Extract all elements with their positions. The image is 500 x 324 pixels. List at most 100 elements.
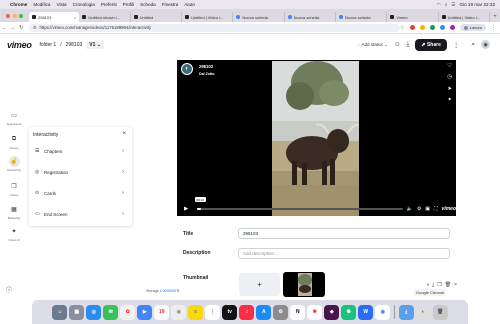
- extension-icon[interactable]: [449, 25, 455, 30]
- notion-icon[interactable]: N: [290, 304, 306, 320]
- video-owner[interactable]: Dal Zotto: [199, 72, 215, 76]
- browser-tab[interactable]: 298103 ×: [29, 12, 80, 22]
- wifi-icon[interactable]: ◠: [437, 2, 441, 8]
- menu-finestra[interactable]: Finestra: [162, 2, 179, 7]
- close-icon[interactable]: ×: [454, 282, 457, 288]
- rail-item-cameo[interactable]: ⧉ Cameo: [0, 134, 28, 150]
- workspace-icon[interactable]: ◆: [324, 304, 340, 320]
- rail-item-interactivity[interactable]: ☝ Interactivity: [0, 156, 28, 172]
- reminders-icon[interactable]: ⋮: [205, 304, 221, 320]
- search-icon[interactable]: ⌕: [471, 41, 475, 49]
- chatgpt-icon[interactable]: ✺: [341, 304, 357, 320]
- like-heart-icon[interactable]: ♡: [447, 63, 452, 69]
- download-icon[interactable]: ⤓: [406, 41, 409, 49]
- back-icon[interactable]: ←: [0, 25, 9, 31]
- storage-indicator[interactable]: Storage 1.00GB/5TB: [146, 289, 179, 293]
- help-icon[interactable]: ⓘ: [6, 285, 12, 294]
- menu-profili[interactable]: Profili: [123, 2, 135, 7]
- browser-tab[interactable]: Nuova scheda: [285, 12, 336, 22]
- settings-gear-icon[interactable]: ⚙: [417, 206, 421, 212]
- collaborators-icon[interactable]: ☺: [394, 41, 401, 48]
- finder-icon[interactable]: ☺: [52, 304, 68, 320]
- browser-tab[interactable]: Untitled: [131, 12, 182, 22]
- chrome-icon[interactable]: ◉: [375, 304, 391, 320]
- zoom-window-button[interactable]: [19, 14, 23, 18]
- account-avatar[interactable]: ◉: [481, 40, 490, 49]
- download-icon[interactable]: ⤓: [432, 282, 434, 288]
- menu-chrome[interactable]: Chrome: [10, 2, 27, 7]
- music-icon[interactable]: ♫: [239, 304, 255, 320]
- breadcrumb-folder[interactable]: folder 1: [40, 42, 57, 48]
- browser-tab[interactable]: Nuova scheda: [336, 12, 388, 22]
- reload-icon[interactable]: ↻: [17, 25, 26, 31]
- close-tab-icon[interactable]: ×: [74, 15, 76, 20]
- kebab-menu-icon[interactable]: ⋮: [491, 25, 496, 31]
- new-tab-button[interactable]: +: [490, 14, 500, 22]
- extension-icon[interactable]: [409, 25, 415, 30]
- menu-aiuto[interactable]: Aiuto: [184, 2, 194, 7]
- vimeo-logo[interactable]: vimeo: [7, 40, 32, 50]
- browser-tab[interactable]: Vimeo: [387, 12, 439, 22]
- share-button[interactable]: ⬈ Share: [415, 38, 447, 51]
- volume-icon[interactable]: 🔈: [407, 206, 413, 212]
- selected-thumbnail[interactable]: [283, 272, 325, 297]
- close-window-button[interactable]: [6, 14, 10, 18]
- channel-avatar[interactable]: ◐: [181, 63, 193, 75]
- safari-icon[interactable]: ◎: [86, 304, 102, 320]
- browser-tab[interactable]: Untitled shown i...: [79, 12, 131, 22]
- url-bar[interactable]: ⚙ https://vimeo.com/manage/videos/117518…: [28, 23, 401, 32]
- panel-item-end-screen[interactable]: ▭ End Screen ›: [33, 207, 128, 221]
- version-selector[interactable]: V1 ⌄: [86, 40, 104, 49]
- video-title[interactable]: 298103: [199, 64, 213, 69]
- vimeo-watermark[interactable]: vimeo: [442, 206, 456, 212]
- rail-item-library[interactable]: ❒ Library: [0, 181, 28, 197]
- copy-icon[interactable]: ❐: [437, 282, 441, 288]
- menubar-clock[interactable]: Gio 19 mar 22:32: [460, 2, 496, 7]
- panel-item-cards[interactable]: ⊙ Cards ›: [33, 186, 128, 200]
- panel-item-chapters[interactable]: ☰ Chapters ›: [33, 144, 128, 158]
- menu-preferiti[interactable]: Preferiti: [101, 2, 117, 7]
- calendar-icon[interactable]: 19: [154, 304, 170, 320]
- extension-icon[interactable]: [439, 25, 445, 30]
- close-icon[interactable]: ×: [122, 131, 126, 137]
- profile-button[interactable]: Lavoro: [459, 24, 486, 31]
- extension-icon[interactable]: [419, 25, 425, 30]
- progress-track[interactable]: [197, 208, 403, 210]
- menu-vista[interactable]: Vista: [56, 2, 66, 7]
- add-thumbnail-button[interactable]: +: [239, 273, 280, 296]
- rail-item-appearance[interactable]: ▭ Appearance: [0, 110, 28, 126]
- messages-icon[interactable]: ✉: [103, 304, 119, 320]
- menu-modifica[interactable]: Modifica: [33, 2, 50, 7]
- browser-tab[interactable]: Untitled | Video i...: [439, 12, 490, 22]
- video-frame[interactable]: [272, 61, 359, 216]
- menu-scheda[interactable]: Scheda: [140, 2, 156, 7]
- add-status-button[interactable]: ◌ Add status ⌄: [358, 42, 388, 48]
- app-store-icon[interactable]: A: [256, 304, 272, 320]
- menu-cronologia[interactable]: Cronologia: [73, 2, 95, 7]
- trash-icon[interactable]: 🗑: [432, 304, 448, 320]
- delete-icon[interactable]: 🗑: [445, 282, 451, 288]
- title-input[interactable]: 298103: [238, 228, 450, 239]
- apple-tv-icon[interactable]: tv: [222, 304, 238, 320]
- launchpad-icon[interactable]: ▦: [69, 304, 85, 320]
- picture-in-picture-icon[interactable]: ▣: [425, 206, 430, 212]
- photos-icon[interactable]: ✿: [120, 304, 136, 320]
- browser-tab[interactable]: Untitled | Video i...: [182, 12, 234, 22]
- minimize-window-button[interactable]: [12, 14, 17, 18]
- sparkle-icon[interactable]: ✦: [447, 97, 452, 103]
- more-options-icon[interactable]: ⋮: [453, 41, 460, 49]
- play-icon[interactable]: ▶: [184, 206, 188, 212]
- site-info-icon[interactable]: ⚙: [33, 25, 37, 31]
- meet-icon[interactable]: ▶: [137, 304, 153, 320]
- word-icon[interactable]: W: [358, 304, 374, 320]
- description-input[interactable]: Add description...: [238, 248, 450, 259]
- extension-icon[interactable]: [429, 25, 435, 30]
- video-player[interactable]: ◐ 298103 Dal Zotto ♡ ◷ ➤ ✦ ▶ 00:12 🔈 ⚙ ▣…: [177, 60, 456, 216]
- contacts-icon[interactable]: ◉: [171, 304, 187, 320]
- notes-icon[interactable]: ≡: [188, 304, 204, 320]
- browser-tab[interactable]: Nuova scheda: [233, 12, 285, 22]
- rail-item-marketing[interactable]: ▦ Marketing: [0, 204, 28, 220]
- bookmark-star-icon[interactable]: ☆: [400, 25, 404, 31]
- rail-item-vimeo-ai[interactable]: ✦ Vimeo AI: [0, 226, 28, 242]
- control-center-icon[interactable]: ☰: [451, 2, 455, 8]
